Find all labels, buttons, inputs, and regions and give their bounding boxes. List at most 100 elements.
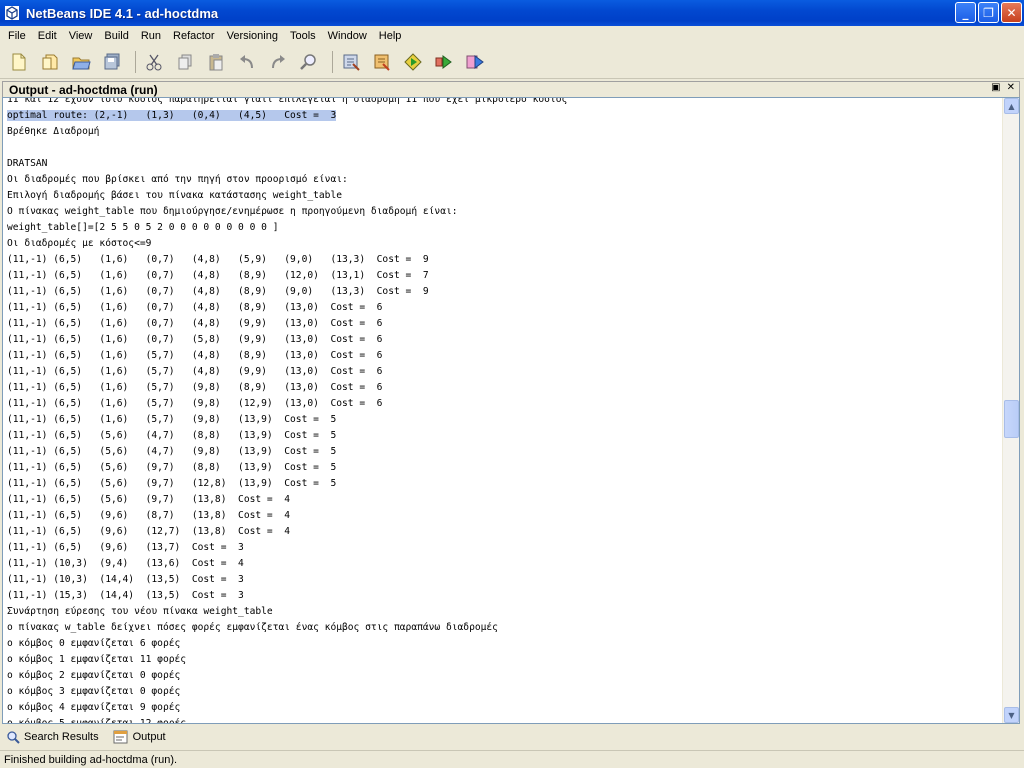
output-line: (11,-1) (6,5) (1,6) (5,7) (9,8) (13,9) C… (7, 414, 337, 425)
menu-view[interactable]: View (63, 30, 99, 42)
clean-build-icon (374, 54, 390, 71)
new-file-button[interactable] (6, 49, 32, 75)
output-line: (11,-1) (6,5) (1,6) (0,7) (4,8) (8,9) (1… (7, 270, 429, 281)
build-project-button[interactable] (338, 49, 364, 75)
menu-window[interactable]: Window (322, 30, 373, 42)
output-line: (11,-1) (6,5) (5,6) (9,7) (8,8) (13,9) C… (7, 462, 337, 473)
scroll-up-button[interactable]: ▲ (1004, 98, 1019, 114)
output-text: 11 και 12 έχουν ίδιο κόστος παρατηρείται… (7, 98, 1003, 724)
output-line: ο κόμβος 1 εμφανίζεται 11 φορές (7, 654, 187, 665)
open-project-icon (72, 57, 91, 69)
output-line: Συνάρτηση εύρεσης του νέου πίνακα weight… (7, 606, 273, 617)
output-line: (11,-1) (10,3) (14,4) (13,5) Cost = 3 (7, 574, 244, 585)
restore-button[interactable]: ❐ (978, 2, 999, 23)
output-line: ο κόμβος 4 εμφανίζεται 9 φορές (7, 702, 181, 713)
undo-icon (240, 54, 253, 68)
tab-output-label: Output (132, 731, 166, 743)
output-line: (11,-1) (6,5) (1,6) (5,7) (4,8) (9,9) (1… (7, 366, 383, 377)
debug-icon (435, 54, 452, 69)
output-line: DRATSAN (7, 158, 48, 169)
scroll-down-icon: ▼ (1008, 710, 1015, 720)
output-line: ο κόμβος 5 εμφανίζεται 12 φορές (7, 718, 187, 724)
redo-icon (272, 54, 285, 68)
output-line: (11,-1) (6,5) (1,6) (0,7) (4,8) (5,9) (9… (7, 254, 429, 265)
title-bar[interactable]: NetBeans IDE 4.1 - ad-hoctdma _ ❐ ✕ (0, 0, 1024, 26)
output-line: ο κόμβος 2 εμφανίζεται 0 φορές (7, 670, 181, 681)
output-line: Βρέθηκε Διαδρομή (7, 126, 100, 137)
new-file-icon (12, 53, 26, 70)
scroll-down-button[interactable]: ▼ (1004, 707, 1019, 723)
redo-button[interactable] (265, 49, 291, 75)
output-line: (11,-1) (6,5) (9,6) (12,7) (13,8) Cost =… (7, 526, 291, 537)
status-text: Finished building ad-hoctdma (run). (4, 753, 178, 766)
output-line: Οι διαδρομές με κόστος<=9 (7, 238, 152, 249)
menu-help[interactable]: Help (373, 30, 408, 42)
output-line: (11,-1) (6,5) (5,6) (4,7) (8,8) (13,9) C… (7, 430, 337, 441)
toolbar-separator (135, 50, 136, 73)
status-bar: Finished building ad-hoctdma (run). (0, 750, 1024, 768)
toolbar (0, 45, 1024, 79)
output-line: (11,-1) (6,5) (1,6) (5,7) (9,8) (8,9) (1… (7, 382, 383, 393)
output-line: (11,-1) (6,5) (1,6) (0,7) (5,8) (9,9) (1… (7, 334, 383, 345)
menu-versioning[interactable]: Versioning (221, 30, 284, 42)
copy-icon (178, 54, 192, 69)
paste-icon (209, 53, 223, 70)
output-line: (11,-1) (10,3) (9,4) (13,6) Cost = 4 (7, 558, 244, 569)
output-line: (11,-1) (6,5) (5,6) (9,7) (12,8) (13,9) … (7, 478, 337, 489)
output-line: (11,-1) (15,3) (14,4) (13,5) Cost = 3 (7, 590, 244, 601)
menu-refactor[interactable]: Refactor (167, 30, 221, 42)
save-all-icon (104, 53, 120, 69)
output-line: Ο πίνακας weight_table που δημιούργησε/ε… (7, 206, 458, 217)
attach-debugger-button[interactable] (462, 49, 488, 75)
output-line: (11,-1) (6,5) (9,6) (13,7) Cost = 3 (7, 542, 244, 553)
output-line: (11,-1) (6,5) (1,6) (5,7) (4,8) (8,9) (1… (7, 350, 383, 361)
minimize-button[interactable]: _ (955, 2, 976, 23)
tab-search-results[interactable]: Search Results (6, 730, 99, 744)
menu-tools[interactable]: Tools (284, 30, 322, 42)
output-line: (11,-1) (6,5) (1,6) (0,7) (4,8) (8,9) (1… (7, 302, 383, 313)
minimize-icon: _ (962, 5, 969, 20)
maximize-pane-icon[interactable]: ▣ (991, 82, 1000, 93)
output-line: Επιλογή διαδρομής βάσει του πίνακα κατάσ… (7, 190, 343, 201)
tab-output[interactable]: Output (113, 730, 166, 744)
new-project-button[interactable] (37, 49, 63, 75)
menu-edit[interactable]: Edit (32, 30, 63, 42)
output-text-area[interactable]: 11 και 12 έχουν ίδιο κόστος παρατηρείται… (2, 97, 1020, 724)
output-line: (11,-1) (6,5) (1,6) (0,7) (4,8) (8,9) (9… (7, 286, 429, 297)
output-line: ο κόμβος 0 εμφανίζεται 6 φορές (7, 638, 181, 649)
scroll-thumb[interactable] (1004, 400, 1019, 438)
save-all-button[interactable] (99, 49, 125, 75)
close-window-button[interactable]: ✕ (1001, 2, 1022, 23)
debug-button[interactable] (431, 49, 457, 75)
output-line: Οι διαδρομές που βρίσκει από την πηγή στ… (7, 174, 348, 185)
output-line: (11,-1) (6,5) (1,6) (5,7) (9,8) (12,9) (… (7, 398, 383, 409)
run-main-project-button[interactable] (400, 49, 426, 75)
output-window-title: Output - ad-hoctdma (run) (9, 82, 158, 97)
undo-button[interactable] (234, 49, 260, 75)
output-line: (11,-1) (6,5) (1,6) (0,7) (4,8) (9,9) (1… (7, 318, 383, 329)
clean-build-button[interactable] (369, 49, 395, 75)
build-project-icon (343, 54, 360, 71)
scroll-up-icon: ▲ (1008, 101, 1015, 111)
menu-build[interactable]: Build (98, 30, 134, 42)
menu-run[interactable]: Run (135, 30, 167, 42)
copy-button[interactable] (172, 49, 198, 75)
new-project-icon (42, 54, 58, 69)
bottom-window-tabs: Search Results Output (0, 726, 1024, 748)
open-project-button[interactable] (68, 49, 94, 75)
cut-button[interactable] (141, 49, 167, 75)
window-title: NetBeans IDE 4.1 - ad-hoctdma (26, 5, 219, 21)
output-line: (11,-1) (6,5) (5,6) (4,7) (9,8) (13,9) C… (7, 446, 337, 457)
menu-bar: File Edit View Build Run Refactor Versio… (0, 26, 1024, 45)
search-results-icon (7, 731, 20, 744)
attach-debugger-icon (466, 54, 484, 69)
close-pane-icon[interactable]: ✕ (1007, 82, 1015, 93)
find-button[interactable] (296, 49, 322, 75)
output-line: weight_table[]=[2 5 5 0 5 2 0 0 0 0 0 0 … (7, 222, 279, 233)
find-icon (300, 53, 316, 70)
menu-file[interactable]: File (2, 30, 32, 42)
output-window-header[interactable]: Output - ad-hoctdma (run) ▣ ✕ (2, 81, 1020, 97)
vertical-scrollbar[interactable]: ▲ ▼ (1002, 98, 1019, 723)
paste-button[interactable] (203, 49, 229, 75)
